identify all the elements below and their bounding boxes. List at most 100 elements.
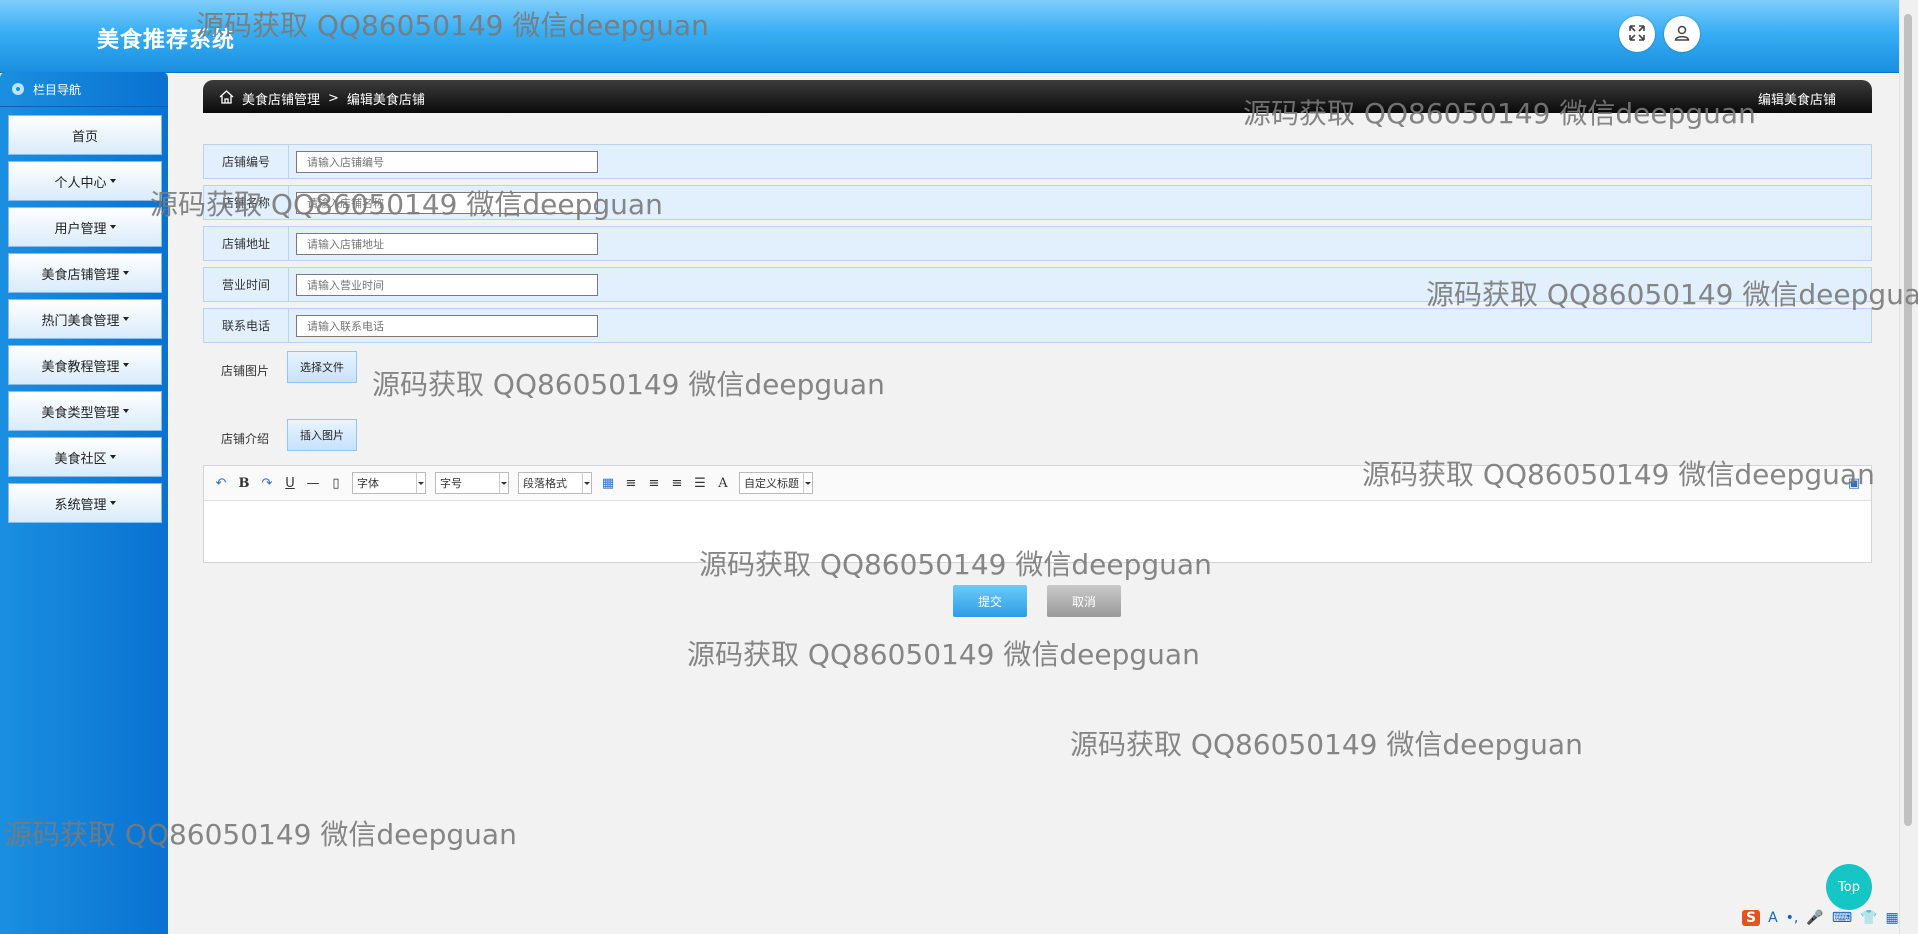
sidebar-heading-label: 栏目导航 [33,82,82,97]
sidebar-item-label: 美食教程管理 [41,359,120,375]
sidebar-item-label: 美食类型管理 [41,405,120,421]
field-label: 联系电话 [204,309,289,342]
underline-icon[interactable]: U [283,476,297,491]
sidebar-item-personal-center[interactable]: 个人中心 [8,161,162,201]
font-color-icon[interactable]: A [716,476,730,491]
align-justify-icon[interactable]: ☰ [693,476,707,491]
microphone-icon[interactable]: 🎤 [1806,910,1823,926]
watermark: 源码获取 QQ86050149 微信deepguan [372,368,885,401]
redo-icon[interactable]: ↷ [260,476,274,491]
form-row-phone: 联系电话 [203,308,1872,343]
submit-button[interactable]: 提交 [953,585,1027,617]
editor-content-area[interactable] [204,501,1871,563]
paragraph-format-select[interactable]: 段落格式 [518,472,592,494]
expand-icon [1628,24,1646,45]
form-row-shop-address: 店铺地址 [203,226,1872,261]
chevron-down-icon [582,473,591,493]
user-icon [1673,24,1691,45]
insert-image-button[interactable]: 插入图片 [287,419,357,451]
choose-file-button[interactable]: 选择文件 [287,351,357,383]
back-to-top-button[interactable]: Top [1826,864,1872,910]
sidebar-item-type-management[interactable]: 美食类型管理 [8,391,162,431]
breadcrumb: 美食店铺管理 > 编辑美食店铺 [219,89,425,108]
field-label: 店铺名称 [204,186,289,219]
chevron-down-icon [803,473,812,493]
align-center-icon[interactable]: ≡ [670,476,684,491]
fullscreen-button[interactable] [1619,16,1655,52]
shop-image-label: 店铺图片 [220,364,269,378]
shop-name-input[interactable] [296,192,598,214]
caret-down-icon [122,271,129,275]
caret-down-icon [109,501,116,505]
form-row-shop-name: 店铺名称 [203,185,1872,220]
sidebar-item-hot-food-management[interactable]: 热门美食管理 [8,299,162,339]
chevron-down-icon [499,473,508,493]
sidebar-heading: 栏目导航 [0,72,168,107]
form-row-shop-number: 店铺编号 [203,144,1872,179]
phone-input[interactable] [296,315,598,337]
page-break-icon[interactable]: ▯ [329,476,343,491]
skin-icon[interactable]: 👕 [1860,910,1877,926]
custom-heading-select[interactable]: 自定义标题 [739,472,813,494]
breadcrumb-bar: 美食店铺管理 > 编辑美食店铺 编辑美食店铺 [203,80,1872,113]
sidebar-item-tutorial-management[interactable]: 美食教程管理 [8,345,162,385]
sidebar-item-shop-management[interactable]: 美食店铺管理 [8,253,162,293]
field-label: 店铺地址 [204,227,289,260]
sidebar-item-label: 热门美食管理 [41,313,120,329]
chevron-down-icon [416,473,425,493]
business-hours-input[interactable] [296,274,598,296]
font-size-select[interactable]: 字号 [435,472,509,494]
table-icon[interactable]: ▦ [601,476,615,491]
sidebar: 栏目导航 首页 个人中心 用户管理 美食店铺管理 热门美食管理 美食教程管理 美… [0,72,168,934]
source-code-icon[interactable]: ▣ [1847,476,1861,491]
breadcrumb-parent[interactable]: 美食店铺管理 [242,89,320,108]
shop-number-input[interactable] [296,151,598,173]
sidebar-item-system-management[interactable]: 系统管理 [8,483,162,523]
home-icon[interactable] [219,89,234,108]
editor-toolbar: ↶ B ↷ U — ▯ 字体 字号 段落格式 ▦ ≡ ≡ ≡ ☰ A 自定义标题… [204,466,1871,501]
align-left-icon[interactable]: ≡ [624,476,638,491]
size-select-value: 字号 [440,477,462,490]
page-title: 编辑美食店铺 [1757,93,1836,108]
field-label: 店铺编号 [204,145,289,178]
shop-intro-label: 店铺介绍 [220,432,269,446]
app-header: 美食推荐系统 [0,0,1900,73]
punctuation-icon[interactable]: •, [1786,910,1799,926]
cancel-button[interactable]: 取消 [1047,585,1121,617]
breadcrumb-separator: > [328,91,339,106]
sidebar-menu: 首页 个人中心 用户管理 美食店铺管理 热门美食管理 美食教程管理 美食类型管理… [0,107,168,523]
font-family-select[interactable]: 字体 [352,472,426,494]
custom-select-value: 自定义标题 [744,477,799,490]
caret-down-icon [109,455,116,459]
sogou-icon[interactable]: S [1742,910,1761,926]
field-label: 营业时间 [204,268,289,301]
watermark: 源码获取 QQ86050149 微信deepguan [1070,728,1583,761]
horizontal-rule-icon[interactable]: — [306,476,320,491]
sidebar-item-community[interactable]: 美食社区 [8,437,162,477]
align-right-icon[interactable]: ≡ [647,476,661,491]
caret-down-icon [122,409,129,413]
sidebar-item-label: 个人中心 [54,175,107,191]
caret-down-icon [109,225,116,229]
sidebar-item-home[interactable]: 首页 [8,115,162,155]
toolbox-icon[interactable]: ▦ [1885,910,1898,926]
keyboard-icon[interactable]: ⌨ [1832,910,1852,926]
caret-down-icon [122,317,129,321]
rich-text-editor: ↶ B ↷ U — ▯ 字体 字号 段落格式 ▦ ≡ ≡ ≡ ☰ A 自定义标题… [203,465,1872,563]
bold-icon[interactable]: B [237,476,251,491]
page-scrollbar[interactable] [1899,0,1918,934]
sidebar-item-label: 美食店铺管理 [41,267,120,283]
language-icon[interactable]: A [1768,910,1778,926]
sidebar-item-label: 用户管理 [54,221,107,237]
sidebar-item-user-management[interactable]: 用户管理 [8,207,162,247]
user-button[interactable] [1664,16,1700,52]
shop-address-input[interactable] [296,233,598,255]
ime-toolbar: S A •, 🎤 ⌨ 👕 ▦ [1742,910,1899,926]
form-row-business-hours: 营业时间 [203,267,1872,302]
breadcrumb-current: 编辑美食店铺 [346,93,425,108]
caret-down-icon [109,179,116,183]
scrollbar-thumb[interactable] [1904,14,1912,826]
undo-icon[interactable]: ↶ [214,476,228,491]
sidebar-item-label: 系统管理 [54,497,107,513]
paragraph-select-value: 段落格式 [523,477,567,490]
